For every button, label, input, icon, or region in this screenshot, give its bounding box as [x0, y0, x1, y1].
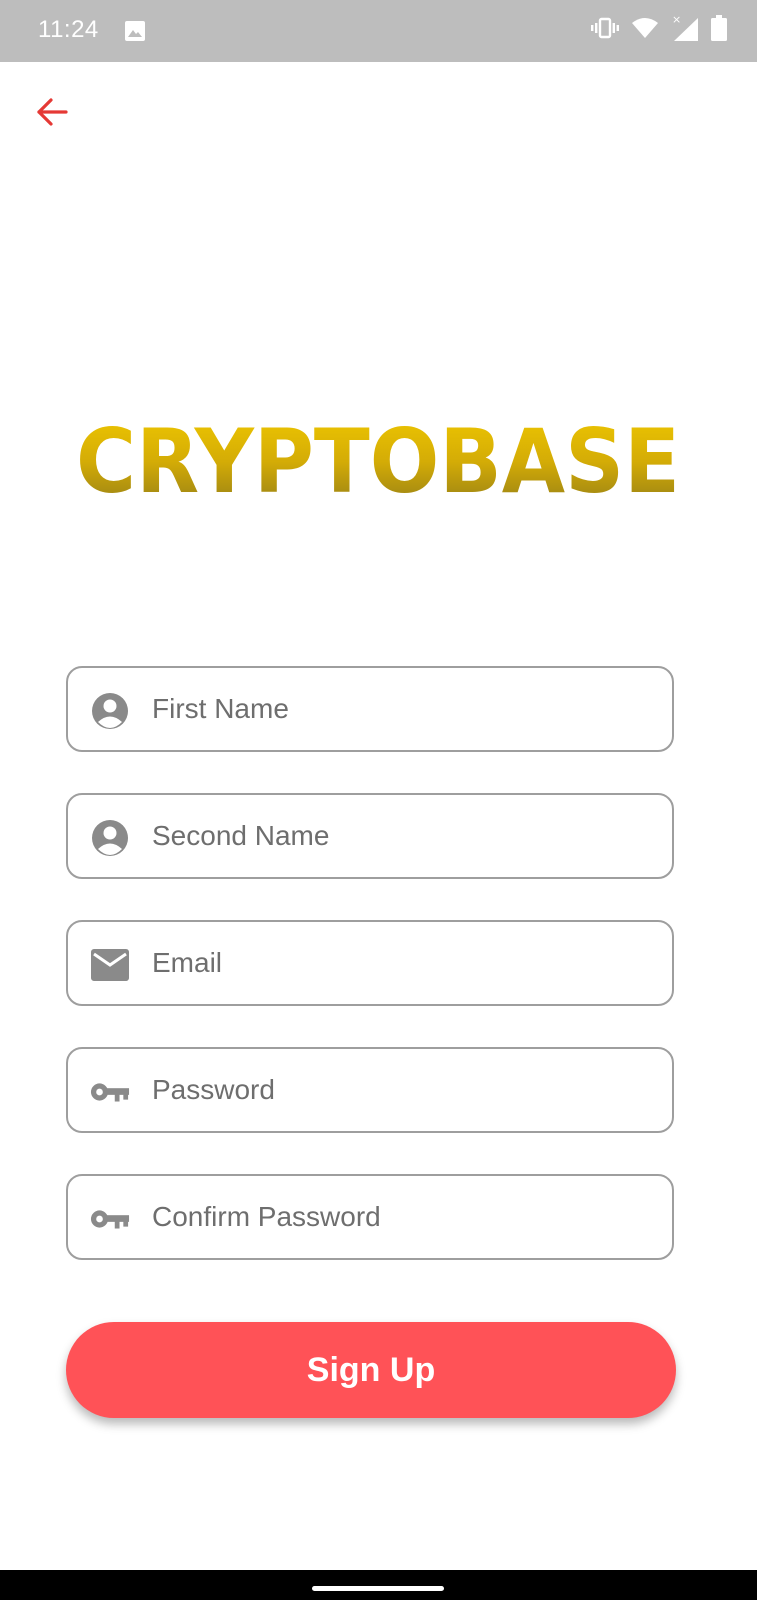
second-name-input[interactable]	[152, 795, 656, 877]
battery-icon	[711, 15, 727, 46]
status-time: 11:24	[38, 16, 99, 43]
key-icon	[90, 1072, 130, 1112]
cryptobase-logo: CRYPTOBASE	[70, 410, 686, 513]
first-name-field[interactable]	[66, 666, 674, 752]
password-input[interactable]	[152, 1049, 656, 1131]
first-name-input[interactable]	[152, 668, 656, 750]
confirm-password-input[interactable]	[152, 1176, 656, 1258]
home-indicator[interactable]	[312, 1586, 444, 1591]
password-field[interactable]	[66, 1047, 674, 1133]
confirm-password-field[interactable]	[66, 1174, 674, 1260]
account-circle-icon	[90, 691, 130, 731]
account-circle-icon	[90, 818, 130, 858]
navigation-bar	[0, 1570, 757, 1600]
mail-icon	[90, 945, 130, 985]
back-button[interactable]	[30, 92, 74, 136]
wifi-icon	[631, 16, 659, 45]
logo-text: CRYPTOBASE	[76, 412, 680, 512]
email-input[interactable]	[152, 922, 656, 1004]
image-icon	[124, 20, 146, 47]
key-icon	[90, 1199, 130, 1239]
sign-up-button[interactable]: Sign Up	[66, 1322, 676, 1418]
second-name-field[interactable]	[66, 793, 674, 879]
svg-text:×: ×	[672, 14, 681, 26]
signal-icon: ×	[671, 13, 699, 47]
arrow-left-icon	[34, 94, 70, 135]
status-bar: 11:24 ×	[0, 0, 757, 62]
status-icons: ×	[591, 13, 727, 47]
email-field[interactable]	[66, 920, 674, 1006]
vibrate-icon	[591, 16, 619, 45]
